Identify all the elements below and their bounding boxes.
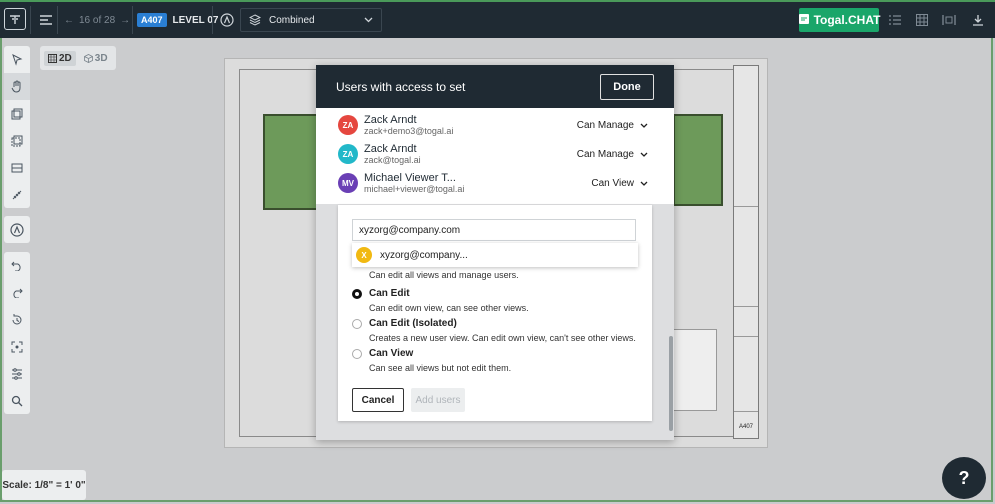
email-input[interactable] — [352, 219, 636, 241]
top-bar: ← 16 of 28 → A407 LEVEL 07 Combined Toga… — [0, 0, 995, 38]
floor-plan-left — [263, 114, 323, 210]
user-name: Zack Arndt — [364, 113, 417, 126]
view-3d-button[interactable]: 3D — [80, 51, 112, 66]
email-suggestion[interactable]: X xyzorg@company... — [352, 243, 638, 267]
ai-toolbar — [4, 216, 30, 243]
view-mode-dropdown[interactable]: Combined — [240, 8, 382, 32]
option-desc: Can see all views but not edit them. — [369, 363, 512, 373]
modal-title: Users with access to set — [336, 79, 466, 94]
page-nav: ← 16 of 28 → — [64, 2, 130, 38]
segment-tool-icon[interactable] — [4, 154, 30, 181]
role-label: Can View — [591, 177, 634, 189]
scale-indicator[interactable]: Scale: 1/8" = 1' 0" — [2, 470, 86, 500]
modal-header: Users with access to set Done — [316, 65, 674, 108]
avatar: ZA — [338, 144, 358, 164]
user-row: MV Michael Viewer T... michael+viewer@to… — [338, 170, 648, 196]
user-row: ZA Zack Arndt zack+demo3@togal.ai Can Ma… — [338, 112, 648, 138]
chevron-down-icon — [364, 17, 373, 23]
user-name: Michael Viewer T... — [364, 171, 456, 184]
download-icon[interactable] — [972, 2, 984, 38]
users-list: ZA Zack Arndt zack+demo3@togal.ai Can Ma… — [316, 108, 674, 204]
fit-screen-icon[interactable] — [4, 333, 30, 360]
chevron-down-icon — [640, 152, 648, 157]
scrollbar-thumb[interactable] — [669, 336, 673, 431]
redo-icon[interactable] — [4, 279, 30, 306]
avatar: MV — [338, 173, 358, 193]
togal-chat-button[interactable]: Togal.CHAT — [798, 8, 881, 32]
grid-2d-icon — [48, 53, 57, 63]
option-desc: Can edit own view, can see other views. — [369, 303, 529, 313]
page-counter: 16 of 28 — [79, 14, 116, 26]
area-tool-icon[interactable] — [4, 100, 30, 127]
radio-can-edit[interactable] — [352, 289, 362, 299]
filters-icon[interactable] — [4, 360, 30, 387]
pan-tool-icon[interactable] — [4, 73, 30, 100]
history-icon[interactable] — [4, 306, 30, 333]
user-email: michael+viewer@togal.ai — [364, 183, 465, 194]
app-logo-icon[interactable] — [4, 8, 26, 30]
title-block: A407 — [733, 65, 759, 439]
radio-can-view[interactable] — [352, 349, 362, 359]
user-name: Zack Arndt — [364, 142, 417, 155]
option-can-edit[interactable]: Can Edit Can edit own view, can see othe… — [352, 288, 642, 314]
view-toggle: 2D 3D — [40, 46, 116, 70]
layers-icon — [249, 14, 261, 26]
notes-block — [673, 329, 717, 411]
ruler-tool-icon[interactable] — [4, 181, 30, 208]
role-label: Can Manage — [576, 148, 634, 160]
option-can-edit-isolated[interactable]: Can Edit (Isolated) Creates a new user v… — [352, 318, 642, 344]
cancel-button[interactable]: Cancel — [352, 388, 404, 412]
option-title: Can View — [369, 348, 414, 359]
role-dropdown[interactable]: Can View — [591, 178, 648, 189]
menu-icon[interactable] — [40, 2, 52, 38]
select-tool-icon[interactable] — [4, 46, 30, 73]
view-2d-button[interactable]: 2D — [44, 50, 76, 66]
floor-plan-right — [673, 114, 723, 206]
sheet-selector[interactable]: A407 LEVEL 07 — [137, 2, 218, 38]
list-view-icon[interactable] — [889, 2, 901, 38]
chat-label: Togal.CHAT — [813, 13, 881, 27]
grid-view-icon[interactable] — [916, 2, 928, 38]
sheet-code-badge: A407 — [137, 13, 167, 27]
avatar: ZA — [338, 115, 358, 135]
role-label: Can Manage — [576, 119, 634, 131]
cube-3d-icon — [83, 53, 93, 63]
suggestion-label: xyzorg@company... — [380, 249, 468, 261]
done-button[interactable]: Done — [600, 73, 654, 100]
history-toolbar — [4, 252, 30, 414]
option-desc: Creates a new user view. Can edit own vi… — [369, 333, 636, 343]
option-can-view[interactable]: Can View Can see all views but not edit … — [352, 348, 642, 374]
option-title: Can Edit — [369, 288, 410, 299]
user-email: zack@togal.ai — [364, 154, 421, 165]
modal-scrollbar[interactable] — [668, 108, 674, 440]
role-dropdown[interactable]: Can Manage — [577, 149, 648, 160]
can-manage-desc: Can edit all views and manage users. — [369, 270, 519, 280]
chevron-down-icon — [640, 181, 648, 186]
view-2d-label: 2D — [59, 52, 72, 64]
search-icon[interactable] — [4, 387, 30, 414]
copy-tool-icon[interactable] — [4, 127, 30, 154]
chevron-down-icon — [640, 123, 648, 128]
view-mode-label: Combined — [269, 14, 315, 26]
radio-can-edit-isolated[interactable] — [352, 319, 362, 329]
view-3d-label: 3D — [94, 52, 108, 64]
ai-tool-icon[interactable] — [4, 216, 30, 243]
help-button[interactable]: ? — [942, 457, 986, 499]
add-users-button[interactable]: Add users — [411, 388, 465, 412]
add-user-panel: X xyzorg@company... Can edit all views a… — [338, 205, 652, 421]
left-toolbar — [4, 46, 30, 208]
prev-page-icon[interactable]: ← — [64, 15, 74, 26]
next-page-icon[interactable]: → — [120, 15, 130, 26]
chat-icon — [798, 13, 810, 28]
option-title: Can Edit (Isolated) — [369, 318, 457, 329]
user-email: zack+demo3@togal.ai — [364, 125, 454, 136]
role-dropdown[interactable]: Can Manage — [577, 120, 648, 131]
sheet-number: A407 — [738, 424, 753, 430]
split-view-icon[interactable] — [942, 2, 956, 38]
suggestion-avatar: X — [356, 247, 372, 263]
ai-assist-icon[interactable] — [220, 2, 234, 38]
user-row: ZA Zack Arndt zack@togal.ai Can Manage — [338, 141, 648, 167]
undo-icon[interactable] — [4, 252, 30, 279]
